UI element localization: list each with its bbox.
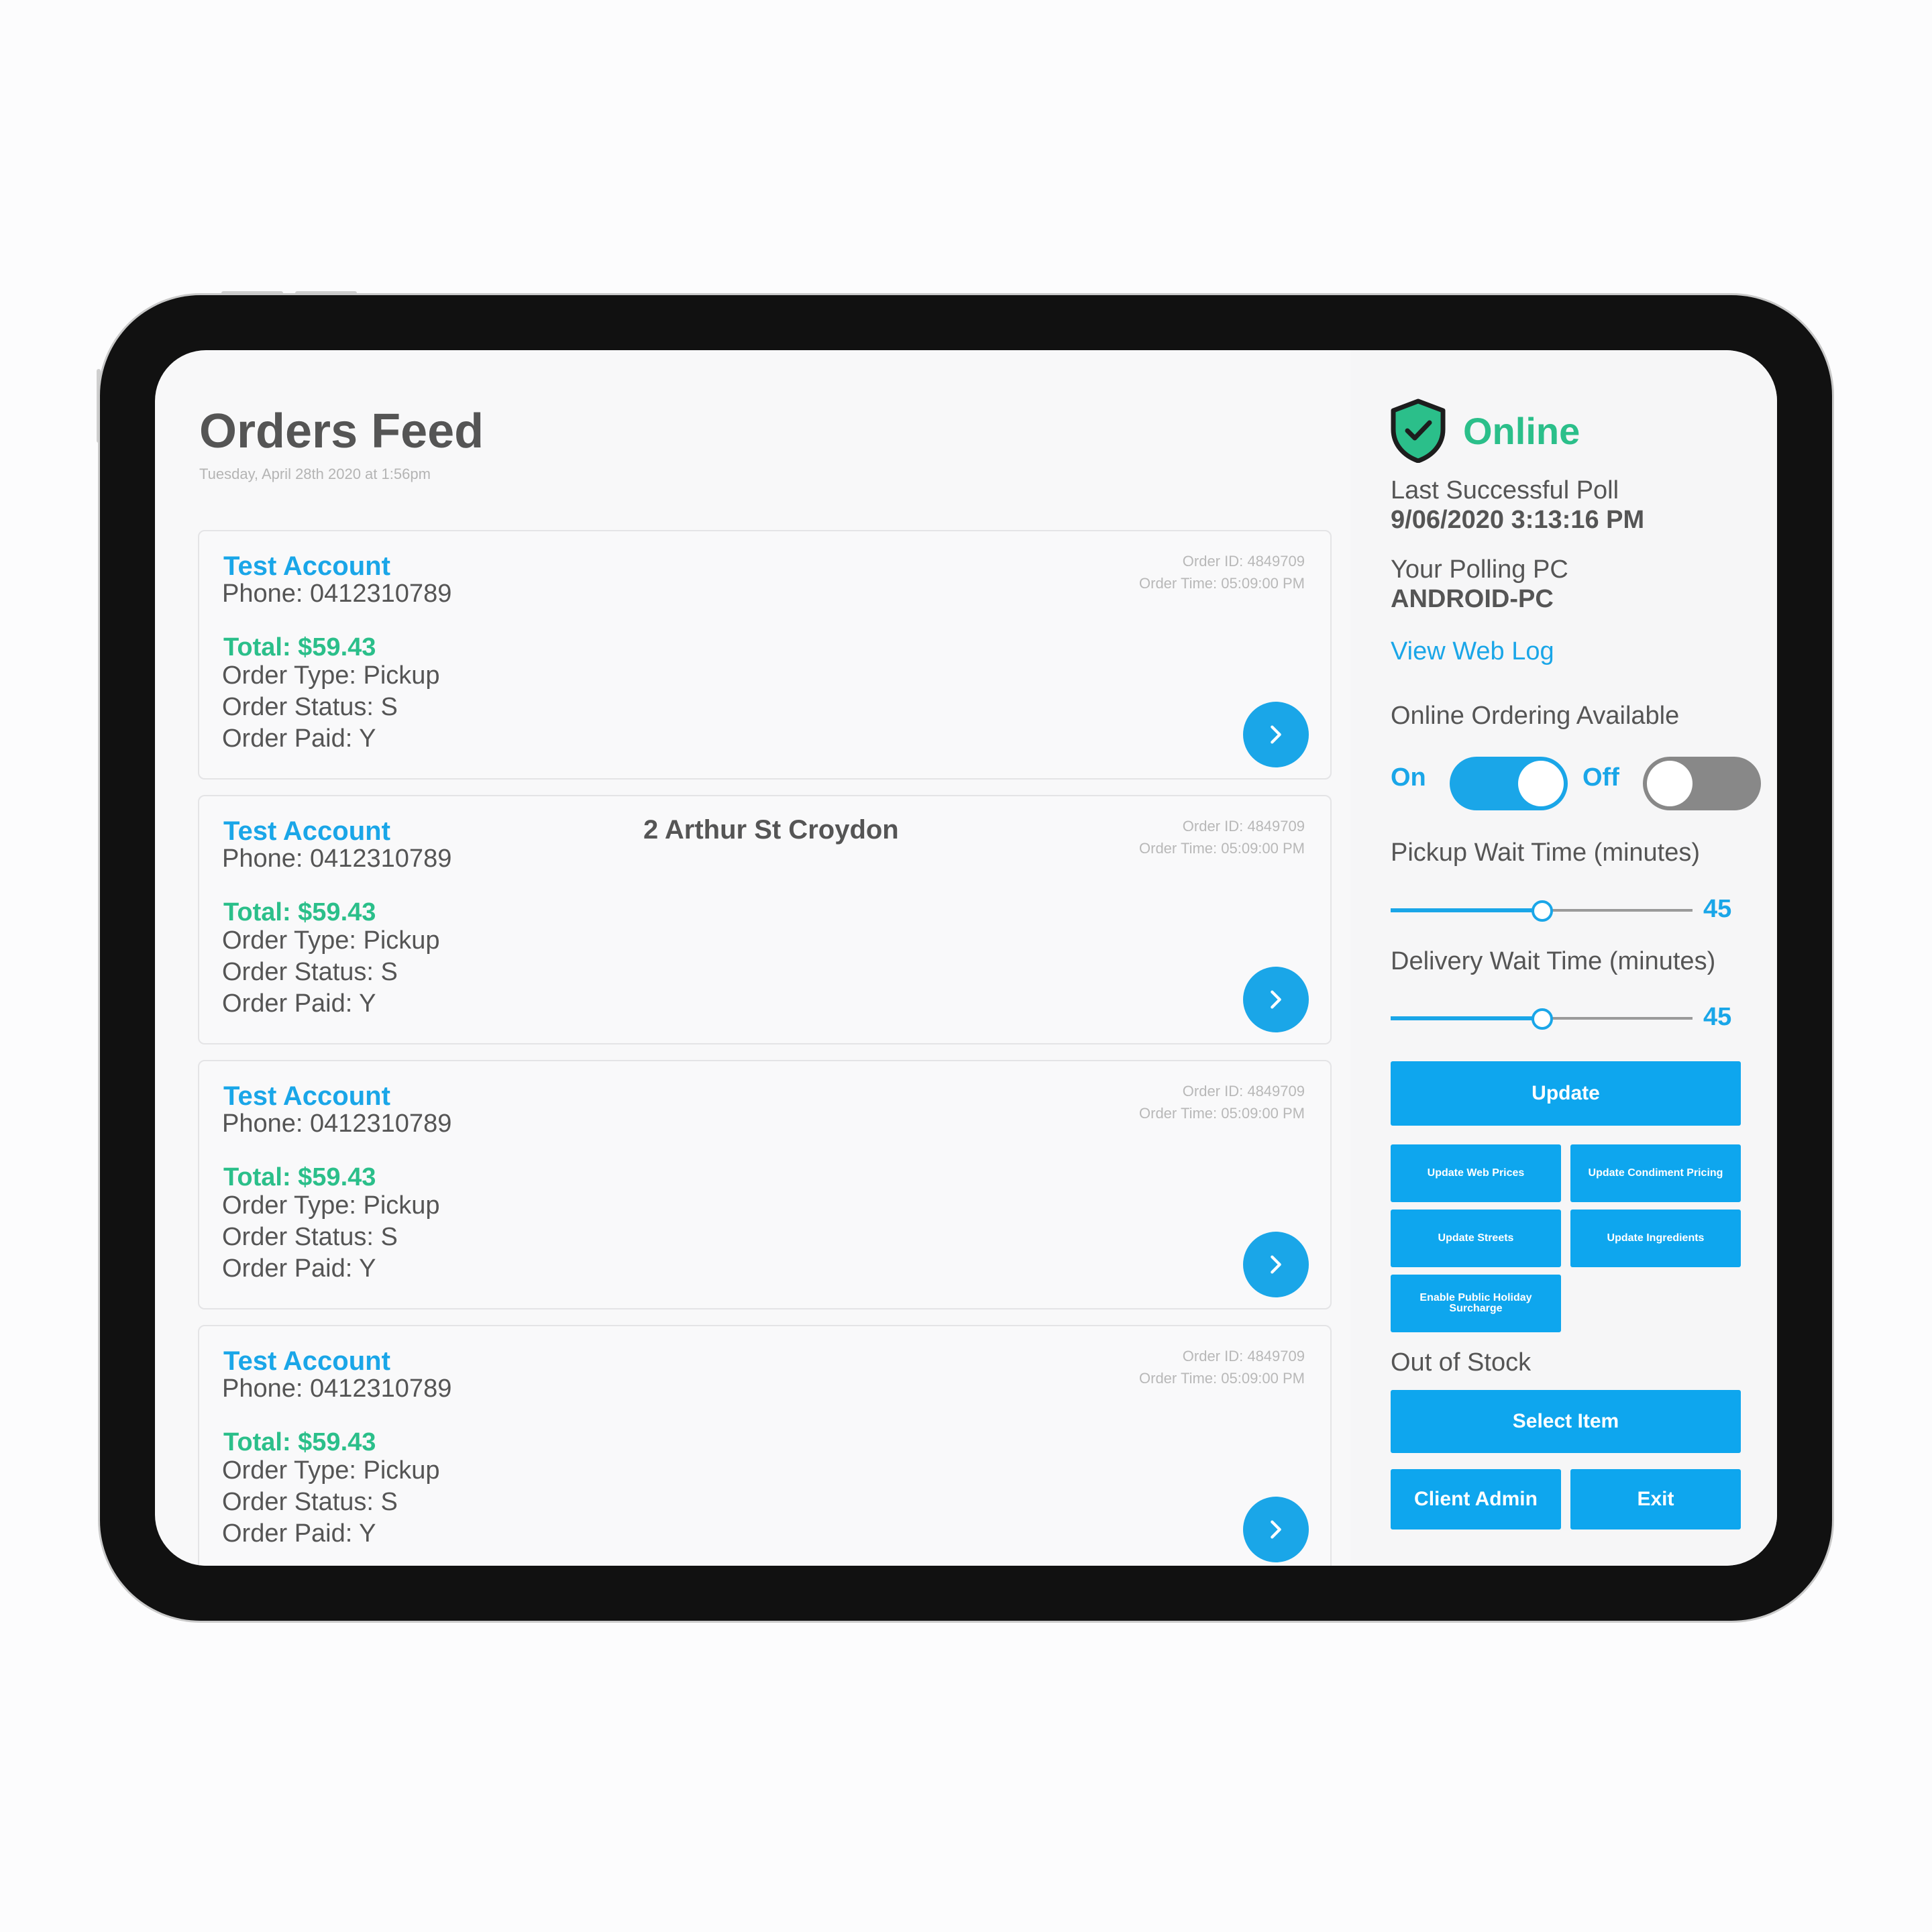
- order-card[interactable]: Test Account Phone: 0412310789 Total: $5…: [198, 1325, 1332, 1566]
- order-time: Order Time: 05:09:00 PM: [1139, 840, 1305, 857]
- screen: Orders Feed Tuesday, April 28th 2020 at …: [155, 350, 1777, 1566]
- order-total: Total: $59.43: [223, 633, 376, 661]
- order-address: 2 Arthur St Croydon: [643, 815, 899, 845]
- order-time: Order Time: 05:09:00 PM: [1139, 575, 1305, 592]
- slider-fill: [1391, 1016, 1542, 1020]
- toggle-knob: [1647, 761, 1693, 806]
- shield-check-icon: [1391, 398, 1446, 463]
- order-card[interactable]: Test Account Phone: 0412310789 Total: $5…: [198, 1060, 1332, 1309]
- view-web-log-link[interactable]: View Web Log: [1391, 637, 1554, 666]
- order-account-name[interactable]: Test Account: [223, 551, 390, 582]
- status-sidebar: Online Last Successful Poll 9/06/2020 3:…: [1350, 350, 1777, 1566]
- order-id: Order ID: 4849709: [1182, 1083, 1305, 1099]
- page-date: Tuesday, April 28th 2020 at 1:56pm: [199, 466, 431, 482]
- order-status: Order Status: S: [222, 1488, 398, 1516]
- orders-feed-pane: Orders Feed Tuesday, April 28th 2020 at …: [155, 350, 1350, 1566]
- chevron-right-icon: [1271, 990, 1281, 1009]
- order-phone: Phone: 0412310789: [222, 580, 452, 608]
- toggle-off-label: Off: [1582, 763, 1619, 792]
- page-title: Orders Feed: [199, 405, 484, 458]
- slider-thumb[interactable]: [1532, 900, 1553, 922]
- status-header: Online: [1389, 398, 1580, 463]
- open-order-button[interactable]: [1243, 702, 1309, 767]
- order-time: Order Time: 05:09:00 PM: [1139, 1370, 1305, 1387]
- order-status: Order Status: S: [222, 958, 398, 986]
- client-admin-button[interactable]: Client Admin: [1391, 1469, 1561, 1529]
- update-ingredients-button[interactable]: Update Ingredients: [1570, 1210, 1741, 1267]
- order-card[interactable]: Test Account Phone: 0412310789 Total: $5…: [198, 530, 1332, 780]
- order-paid: Order Paid: Y: [222, 1519, 376, 1548]
- pickup-wait-slider[interactable]: [1391, 900, 1693, 922]
- order-paid: Order Paid: Y: [222, 1254, 376, 1283]
- order-paid: Order Paid: Y: [222, 989, 376, 1018]
- exit-button[interactable]: Exit: [1570, 1469, 1741, 1529]
- open-order-button[interactable]: [1243, 967, 1309, 1032]
- polling-pc-label: Your Polling PC: [1391, 555, 1568, 584]
- delivery-wait-label: Delivery Wait Time (minutes): [1391, 947, 1716, 975]
- update-condiment-pricing-button[interactable]: Update Condiment Pricing: [1570, 1144, 1741, 1202]
- slider-fill: [1391, 908, 1542, 912]
- order-id: Order ID: 4849709: [1182, 1348, 1305, 1364]
- order-type: Order Type: Pickup: [222, 661, 440, 690]
- pickup-wait-label: Pickup Wait Time (minutes): [1391, 839, 1701, 867]
- select-item-button[interactable]: Select Item: [1391, 1390, 1741, 1453]
- online-ordering-off-toggle[interactable]: [1643, 757, 1761, 810]
- order-time: Order Time: 05:09:00 PM: [1139, 1105, 1305, 1122]
- order-account-name[interactable]: Test Account: [223, 816, 390, 847]
- order-id: Order ID: 4849709: [1182, 818, 1305, 835]
- slider-thumb[interactable]: [1532, 1008, 1553, 1030]
- toggle-knob: [1518, 761, 1564, 806]
- last-poll-value: 9/06/2020 3:13:16 PM: [1391, 506, 1645, 534]
- polling-pc-value: ANDROID-PC: [1391, 585, 1554, 613]
- order-type: Order Type: Pickup: [222, 1456, 440, 1485]
- order-phone: Phone: 0412310789: [222, 1375, 452, 1403]
- update-web-prices-button[interactable]: Update Web Prices: [1391, 1144, 1561, 1202]
- order-phone: Phone: 0412310789: [222, 1110, 452, 1138]
- order-total: Total: $59.43: [223, 898, 376, 926]
- order-total: Total: $59.43: [223, 1163, 376, 1191]
- chevron-right-icon: [1271, 725, 1281, 744]
- last-poll-label: Last Successful Poll: [1391, 476, 1619, 504]
- order-type: Order Type: Pickup: [222, 926, 440, 955]
- online-ordering-label: Online Ordering Available: [1391, 702, 1680, 730]
- order-account-name[interactable]: Test Account: [223, 1346, 390, 1377]
- order-type: Order Type: Pickup: [222, 1191, 440, 1220]
- pickup-wait-value: 45: [1703, 895, 1732, 923]
- order-total: Total: $59.43: [223, 1428, 376, 1456]
- order-status: Order Status: S: [222, 1223, 398, 1251]
- open-order-button[interactable]: [1243, 1232, 1309, 1297]
- delivery-wait-value: 45: [1703, 1003, 1732, 1031]
- order-status: Order Status: S: [222, 693, 398, 721]
- chevron-right-icon: [1271, 1520, 1281, 1539]
- online-status: Online: [1463, 409, 1580, 452]
- chevron-right-icon: [1271, 1255, 1281, 1274]
- tablet-frame: Orders Feed Tuesday, April 28th 2020 at …: [100, 295, 1832, 1621]
- enable-holiday-surcharge-button[interactable]: Enable Public Holiday Surcharge: [1391, 1275, 1561, 1332]
- toggle-on-label: On: [1391, 763, 1426, 792]
- order-paid: Order Paid: Y: [222, 724, 376, 753]
- open-order-button[interactable]: [1243, 1497, 1309, 1562]
- order-card[interactable]: Test Account 2 Arthur St Croydon Phone: …: [198, 795, 1332, 1044]
- update-button[interactable]: Update: [1391, 1061, 1741, 1126]
- out-of-stock-label: Out of Stock: [1391, 1348, 1532, 1377]
- order-id: Order ID: 4849709: [1182, 553, 1305, 570]
- order-phone: Phone: 0412310789: [222, 845, 452, 873]
- online-ordering-on-toggle[interactable]: [1450, 757, 1568, 810]
- update-streets-button[interactable]: Update Streets: [1391, 1210, 1561, 1267]
- order-account-name[interactable]: Test Account: [223, 1081, 390, 1112]
- delivery-wait-slider[interactable]: [1391, 1008, 1693, 1030]
